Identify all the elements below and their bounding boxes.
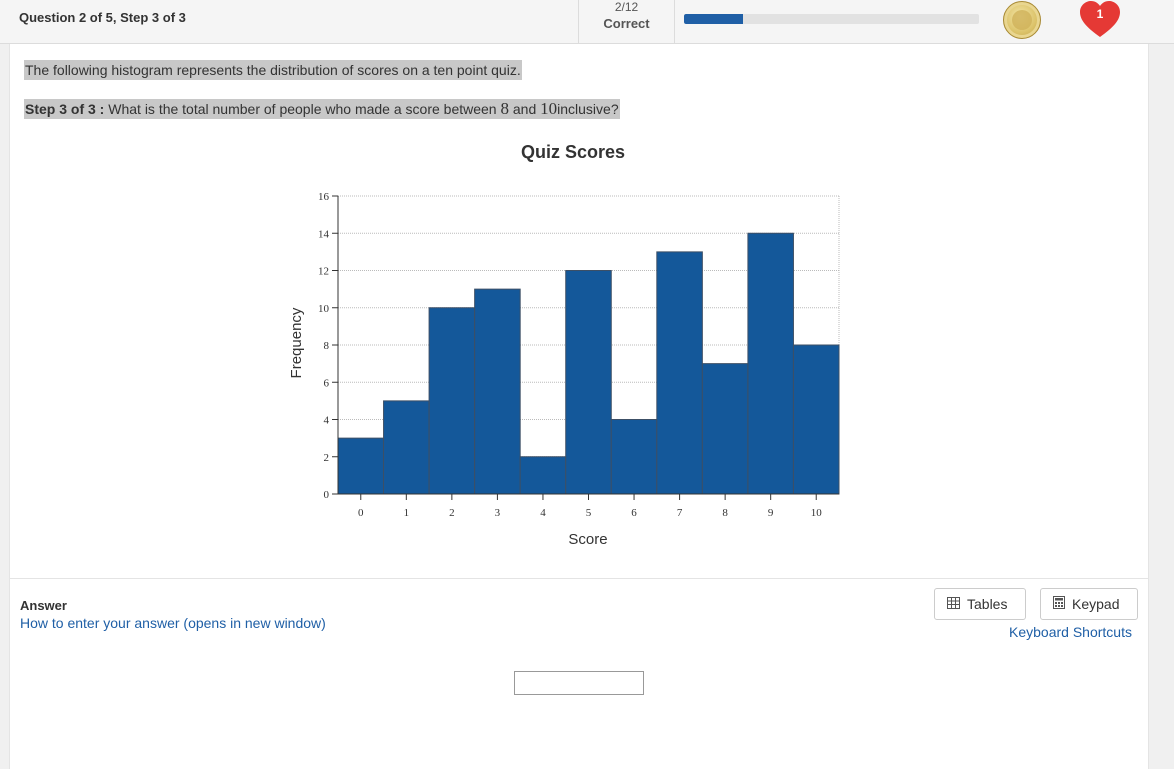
- progress-fill: [684, 14, 743, 24]
- chart-x-axis-label: Score: [568, 531, 607, 548]
- histogram-bar: [383, 400, 430, 495]
- histogram-bar: [337, 437, 385, 495]
- histogram-bar: [474, 288, 521, 495]
- answer-help-link[interactable]: How to enter your answer (opens in new w…: [20, 615, 326, 631]
- y-tick-label: 6: [324, 377, 330, 389]
- hearts-count: 1: [1096, 7, 1104, 21]
- answer-input[interactable]: [514, 671, 644, 695]
- x-tick-label: 7: [677, 507, 683, 519]
- histogram-bar: [565, 270, 612, 495]
- question-progress-label: Question 2 of 5, Step 3 of 3: [19, 10, 186, 25]
- x-tick-label: 3: [495, 507, 501, 519]
- x-tick-label: 10: [811, 507, 823, 519]
- keypad-button-label: Keypad: [1072, 596, 1120, 612]
- histogram-bar: [747, 232, 794, 495]
- histogram-bar: [656, 251, 703, 495]
- x-tick-label: 1: [404, 507, 410, 519]
- y-tick-label: 12: [318, 266, 329, 278]
- keypad-button[interactable]: Keypad: [1040, 588, 1138, 620]
- chart-bars: [337, 232, 840, 495]
- calculator-icon: [1053, 596, 1065, 612]
- histogram-bar: [610, 419, 658, 495]
- x-tick-label: 0: [358, 507, 364, 519]
- x-tick-label: 6: [631, 507, 637, 519]
- y-tick-label: 8: [324, 340, 330, 352]
- keyboard-shortcuts-link[interactable]: Keyboard Shortcuts: [1009, 624, 1132, 640]
- chart-y-axis-label: Frequency: [288, 307, 305, 378]
- histogram-bar: [519, 456, 567, 495]
- header-bar: Question 2 of 5, Step 3 of 3 2/12 Correc…: [0, 0, 1174, 44]
- chart-x-ticks: 0 1 2 3 4 5 6 7 8 9 10: [358, 494, 822, 519]
- y-tick-label: 2: [324, 452, 330, 464]
- progress-bar: [684, 14, 979, 24]
- y-tick-label: 10: [318, 303, 330, 315]
- y-tick-label: 16: [318, 191, 330, 203]
- histogram-chart: Quiz Scores Frequency Score 024681012141…: [288, 142, 840, 548]
- table-icon: [947, 596, 960, 612]
- score-status: Correct: [603, 16, 650, 31]
- histogram-bar: [428, 307, 476, 495]
- y-tick-label: 14: [318, 228, 330, 240]
- question-panel: The following histogram represents the d…: [9, 44, 1149, 578]
- y-tick-label: 4: [324, 415, 330, 427]
- score-fraction: 2/12: [614, 0, 639, 14]
- chart-y-ticks: 0 2 4 6 8 10 12 14 16: [318, 191, 338, 501]
- x-tick-label: 5: [586, 507, 592, 519]
- x-tick-label: 8: [722, 507, 728, 519]
- tables-button[interactable]: Tables: [934, 588, 1026, 620]
- y-tick-label: 0: [324, 489, 330, 501]
- x-tick-label: 2: [449, 507, 455, 519]
- x-tick-label: 4: [540, 507, 546, 519]
- histogram-bar: [701, 363, 749, 495]
- score-box: 2/12 Correct: [578, 0, 675, 43]
- histogram-bar: [792, 344, 840, 495]
- tables-button-label: Tables: [967, 596, 1008, 612]
- answer-label: Answer: [20, 598, 67, 613]
- answer-section: Answer How to enter your answer (opens i…: [9, 578, 1149, 769]
- coin-icon[interactable]: [1003, 1, 1041, 39]
- x-tick-label: 9: [768, 507, 774, 519]
- chart-title: Quiz Scores: [521, 142, 625, 162]
- heart-icon[interactable]: 1: [1078, 0, 1122, 40]
